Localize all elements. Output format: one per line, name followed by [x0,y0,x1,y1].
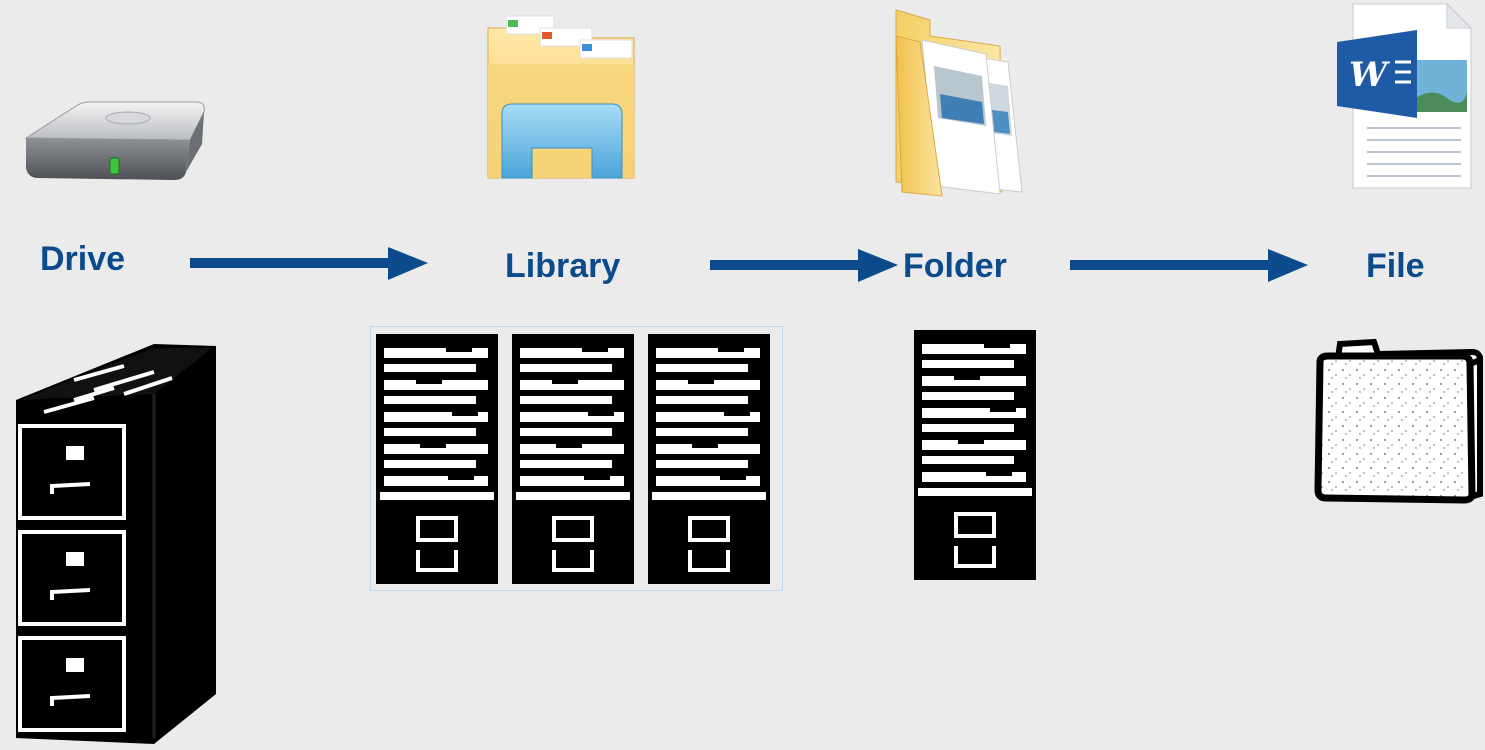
file-explorer-folder-icon [480,8,640,183]
stage-label-folder: Folder [903,247,1007,285]
arrow-drive-to-library [190,244,430,284]
arrow-library-to-folder [710,246,900,286]
hard-drive-icon [20,92,210,192]
filing-cabinet-icon [4,334,224,746]
card-catalog-cabinet-icon [912,326,1038,582]
manila-file-folder-icon [1312,338,1484,504]
stage-label-drive: Drive [40,240,126,278]
card-catalog-cabinets-icon [370,326,784,592]
stage-label-file: File [1366,247,1425,285]
word-document-icon: W [1335,0,1475,192]
svg-text:W: W [1349,55,1390,95]
arrow-folder-to-file [1070,246,1310,286]
open-folder-documents-icon [890,6,1030,201]
stage-label-library: Library [505,247,621,285]
